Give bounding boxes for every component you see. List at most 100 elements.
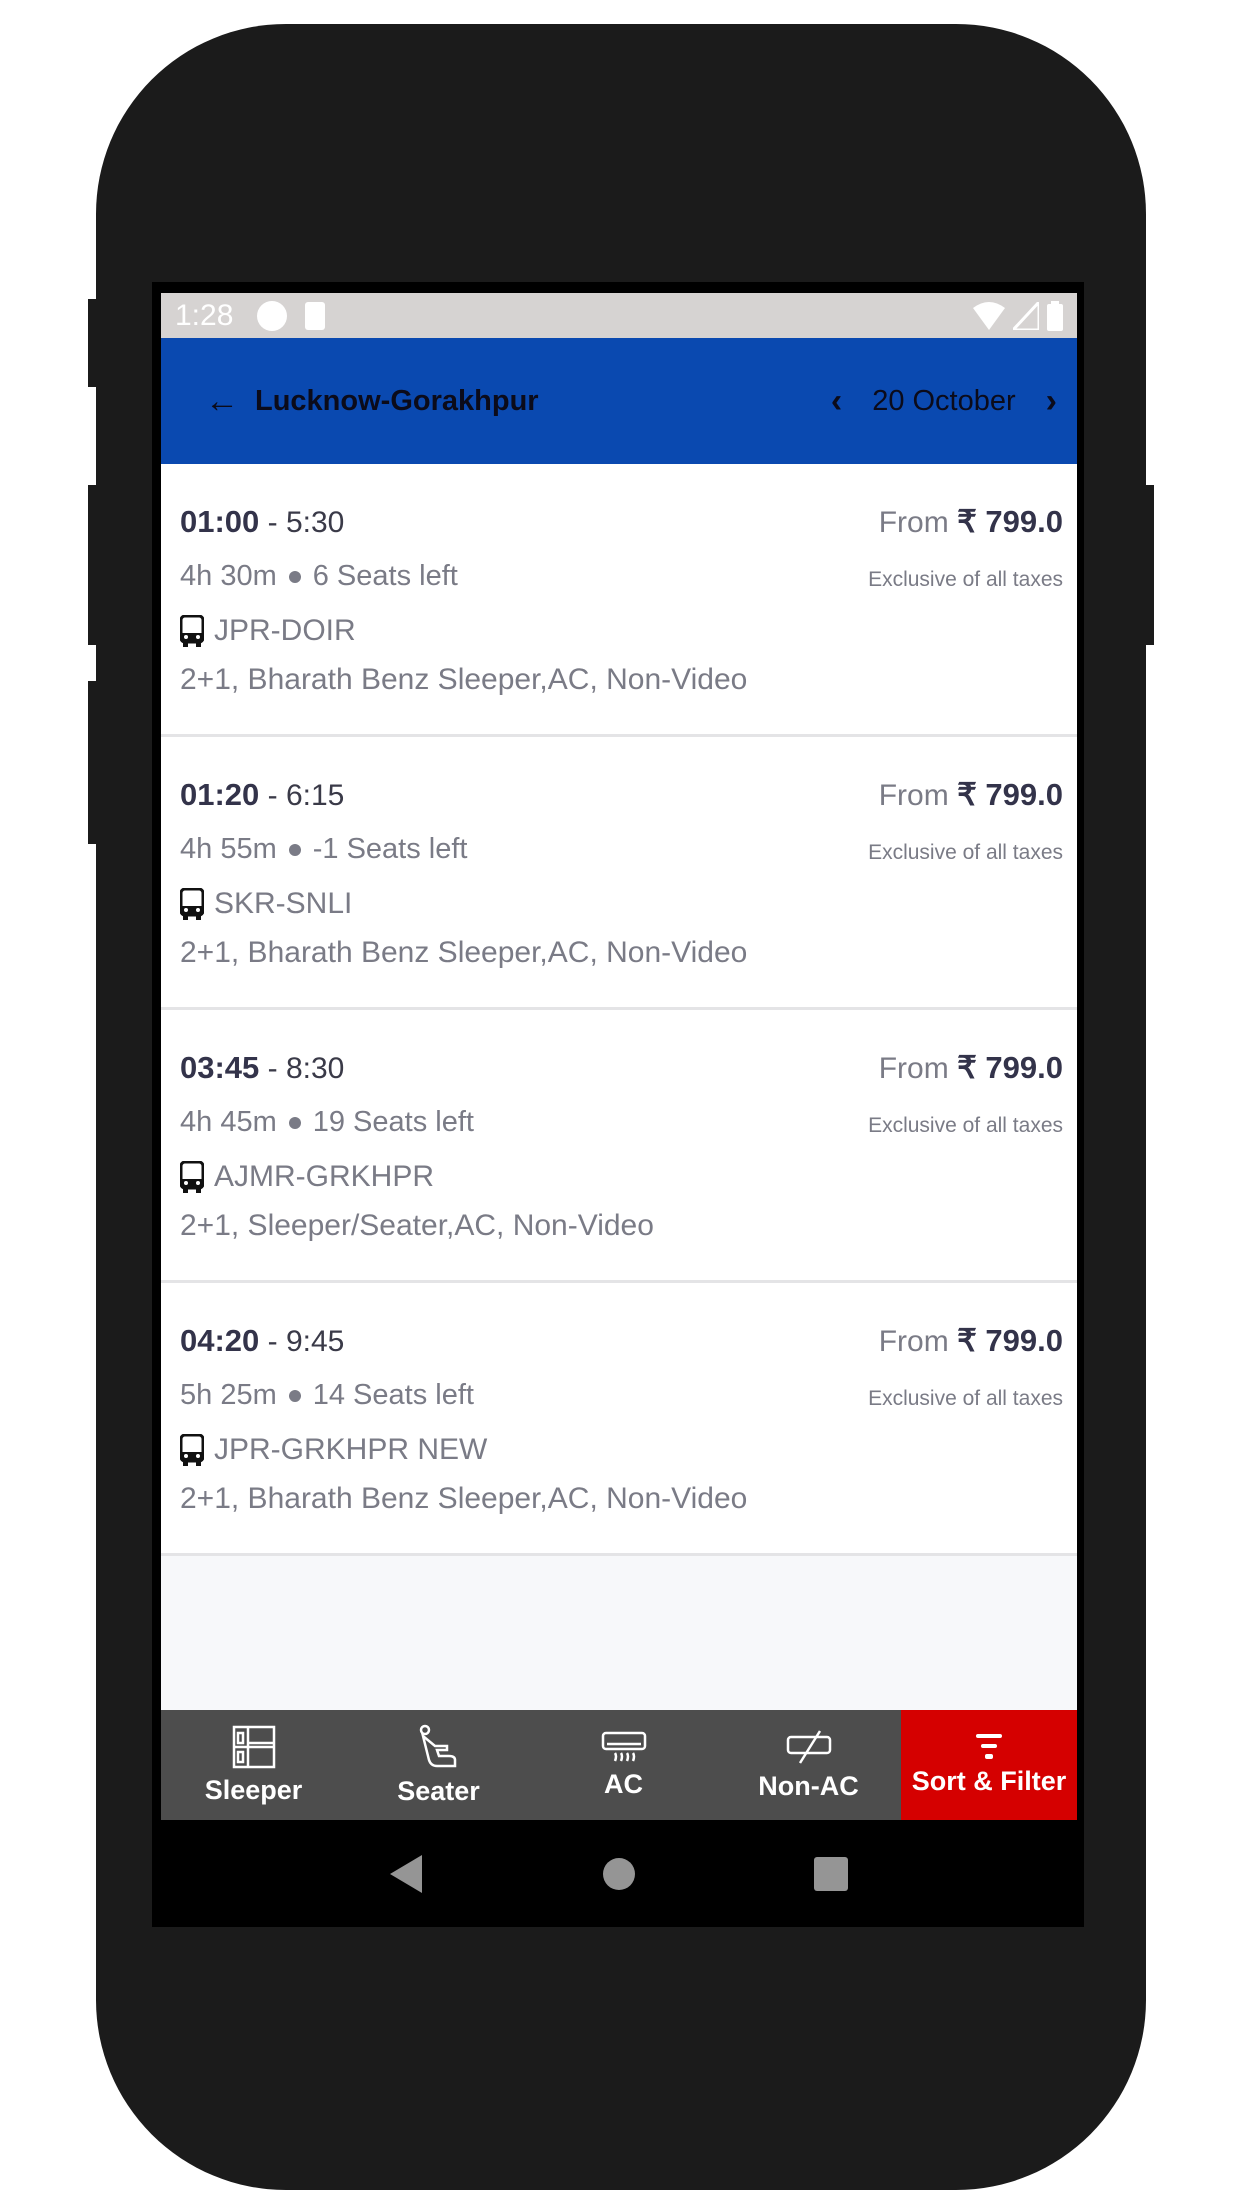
previous-date-button[interactable]: ‹ [831,382,842,421]
trip-route: AJMR-GRKHPR [180,1160,434,1194]
arrive-time: 9:45 [285,1325,345,1358]
bus-type: 2+1, Bharath Benz Sleeper,AC, Non-Video [180,663,748,696]
signal-icon [1013,301,1039,330]
route-code: SKR-SNLI [214,887,353,920]
fare: From ₹ 799.0 [879,504,1063,540]
wifi-icon [973,301,1005,330]
arrive-time: 6:15 [285,779,345,812]
depart-time: 01:20 [180,777,260,812]
seats-left: -1 Seats left [312,833,468,865]
trip-route: SKR-SNLI [180,887,352,921]
trip-times: 03:45 - 8:30 [180,1050,345,1085]
tax-note: Exclusive of all taxes [868,1114,1063,1137]
tab-label: Sleeper [204,1774,303,1805]
notification-icon [257,300,288,331]
trip-card[interactable]: 04:20 - 9:45 5h 25m 14 Seats left JPR-GRK… [161,1283,1077,1556]
from-label: From [878,506,949,539]
sd-card-icon [305,301,326,330]
bus-type: 2+1, Sleeper/Seater,AC, Non-Video [180,1209,654,1242]
tax-note: Exclusive of all taxes [868,841,1063,864]
app-header: ← Lucknow-Gorakhpur ‹ 20 October › [161,338,1077,464]
route-title: Lucknow-Gorakhpur [255,384,539,417]
non-ac-icon [786,1729,831,1764]
nav-home-icon[interactable] [602,1857,636,1891]
trip-meta: 4h 30m 6 Seats left [180,560,458,593]
price: ₹ 799.0 [957,1050,1063,1085]
tab-ac[interactable]: AC [531,1710,716,1820]
separator-dot [288,1117,301,1130]
trip-times: 01:00 - 5:30 [180,504,345,539]
separator-dot [288,1390,301,1403]
nav-recents-icon[interactable] [814,1856,848,1891]
ac-icon [601,1731,646,1761]
seats-left: 14 Seats left [312,1379,474,1411]
fare: From ₹ 799.0 [879,1050,1063,1086]
route-code: JPR-DOIR [214,614,356,647]
from-label: From [878,1325,949,1358]
arrive-time: 8:30 [285,1052,345,1085]
bus-icon [180,615,204,647]
trip-route: JPR-DOIR [180,614,356,648]
filter-bar: Sleeper Seater AC Non-AC Sort & Filter [161,1710,1077,1820]
arrive-time: 5:30 [285,506,345,539]
status-time: 1:28 [175,298,234,332]
bus-type: 2+1, Bharath Benz Sleeper,AC, Non-Video [180,936,748,969]
trip-route: JPR-GRKHPR NEW [180,1433,487,1467]
depart-time: 03:45 [180,1050,260,1085]
filter-icon [976,1733,1002,1759]
depart-time: 01:00 [180,504,260,539]
android-nav-bar [161,1820,1077,1927]
trip-list: 01:00 - 5:30 4h 30m 6 Seats left JPR-DOIR… [161,464,1077,1710]
trip-meta: 4h 45m 19 Seats left [180,1106,474,1139]
depart-time: 04:20 [180,1323,260,1358]
from-label: From [878,779,949,812]
separator-dot [288,571,301,584]
tab-label: Sort & Filter [911,1765,1067,1796]
tax-note: Exclusive of all taxes [868,568,1063,591]
fare: From ₹ 799.0 [879,777,1063,813]
tab-label: AC [604,1768,643,1799]
nav-back-icon[interactable] [390,1854,424,1893]
tab-label: Non-AC [758,1770,859,1801]
phone-side-button [88,681,98,844]
from-label: From [878,1052,949,1085]
screen: 1:28 ← Lucknow-Gorakhpur ‹ 20 October › … [152,282,1084,1927]
duration: 5h 25m [180,1379,277,1411]
duration: 4h 45m [180,1106,277,1138]
trip-times: 01:20 - 6:15 [180,777,345,812]
bus-icon [180,1434,204,1466]
battery-icon [1047,300,1063,331]
trip-meta: 5h 25m 14 Seats left [180,1379,474,1412]
bus-icon [180,1161,204,1193]
fare: From ₹ 799.0 [879,1323,1063,1359]
tab-sleeper[interactable]: Sleeper [161,1710,346,1820]
phone-side-button [1144,485,1154,645]
separator-dot [288,844,301,857]
seat-icon [419,1724,456,1767]
price: ₹ 799.0 [957,504,1063,539]
trip-meta: 4h 55m -1 Seats left [180,833,467,866]
next-date-button[interactable]: › [1046,382,1057,421]
back-arrow-icon[interactable]: ← [205,382,239,421]
seats-left: 6 Seats left [312,560,458,592]
tab-non-ac[interactable]: Non-AC [716,1710,901,1820]
duration: 4h 55m [180,833,277,865]
tab-seater[interactable]: Seater [346,1710,531,1820]
route-code: JPR-GRKHPR NEW [214,1433,488,1466]
bus-icon [180,888,204,920]
tab-label: Seater [397,1775,480,1806]
trip-card[interactable]: 03:45 - 8:30 4h 45m 19 Seats left AJMR-GR… [161,1010,1077,1283]
bus-type: 2+1, Bharath Benz Sleeper,AC, Non-Video [180,1482,748,1515]
duration: 4h 30m [180,560,277,592]
price: ₹ 799.0 [957,1323,1063,1358]
route-code: AJMR-GRKHPR [214,1160,435,1193]
trip-card[interactable]: 01:20 - 6:15 4h 55m -1 Seats left SKR-SNL… [161,737,1077,1010]
trip-times: 04:20 - 9:45 [180,1323,345,1358]
status-bar: 1:28 [161,293,1077,338]
trip-card[interactable]: 01:00 - 5:30 4h 30m 6 Seats left JPR-DOIR… [161,464,1077,737]
phone-side-button [88,299,98,387]
travel-date: 20 October [872,384,1016,417]
tab-sort-filter[interactable]: Sort & Filter [901,1710,1077,1820]
tax-note: Exclusive of all taxes [868,1387,1063,1410]
sleeper-icon [232,1725,275,1768]
